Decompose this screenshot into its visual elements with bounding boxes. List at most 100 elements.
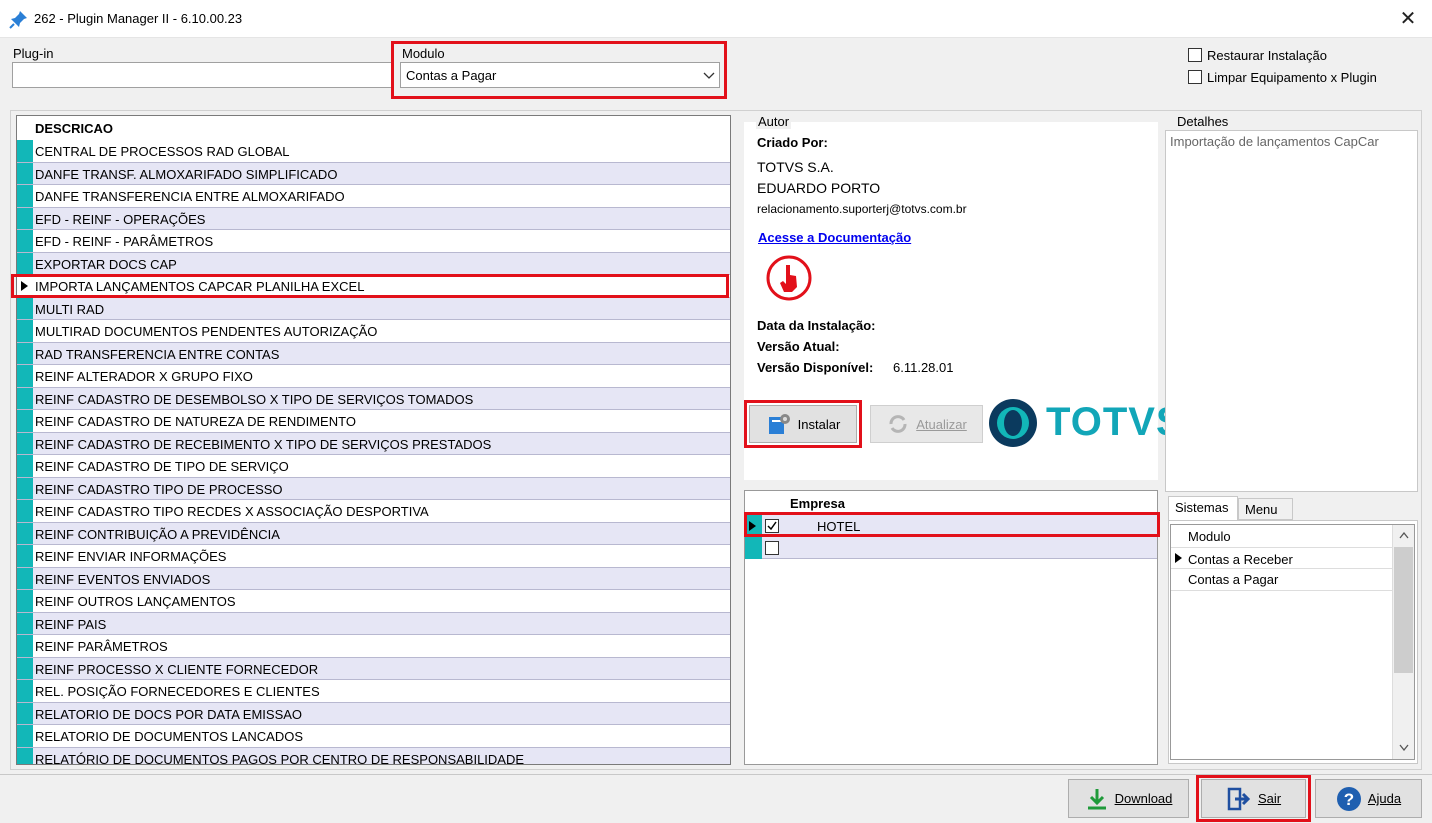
plugin-row[interactable]: DANFE TRANSF. ALMOXARIFADO SIMPLIFICADO <box>17 162 730 185</box>
plugin-row[interactable]: REINF CONTRIBUIÇÃO A PREVIDÊNCIA <box>17 522 730 545</box>
plugin-row-label: MULTI RAD <box>35 301 105 317</box>
plugin-row[interactable]: REL. POSIÇÃO FORNECEDORES E CLIENTES <box>17 680 730 703</box>
exit-icon <box>1227 787 1251 810</box>
author-name: EDUARDO PORTO <box>757 180 881 196</box>
sistemas-item: Contas a Receber <box>1188 552 1293 567</box>
refresh-icon <box>889 415 907 433</box>
plugin-row[interactable]: MULTIRAD DOCUMENTOS PENDENTES AUTORIZAÇÃ… <box>17 320 730 343</box>
plugin-row[interactable]: REINF PARÂMETROS <box>17 635 730 658</box>
empresa-checkbox[interactable] <box>765 541 779 555</box>
ajuda-label: Ajuda <box>1367 791 1402 806</box>
plugin-row-label: RELATORIO DE DOCUMENTOS LANCADOS <box>35 729 303 744</box>
plugin-row[interactable]: REINF CADASTRO DE NATUREZA DE RENDIMENTO <box>17 410 730 433</box>
plugin-row-label: RAD TRANSFERENCIA ENTRE CONTAS <box>35 346 280 362</box>
plugin-row[interactable]: EFD - REINF - PARÂMETROS <box>17 230 730 253</box>
versao-disponivel-value: 6.11.28.01 <box>893 360 954 375</box>
documentation-link[interactable]: Acesse a Documentação <box>758 230 911 245</box>
instalar-button[interactable]: Instalar <box>749 405 857 443</box>
limpar-checkbox[interactable] <box>1188 70 1202 84</box>
plugin-row[interactable]: EXPORTAR DOCS CAP <box>17 252 730 275</box>
scrollbar-thumb[interactable] <box>1394 547 1413 673</box>
plugin-row[interactable]: DANFE TRANSFERENCIA ENTRE ALMOXARIFADO <box>17 185 730 208</box>
sair-button[interactable]: Sair <box>1201 779 1306 818</box>
plugin-row-label: REL. POSIÇÃO FORNECEDORES E CLIENTES <box>35 684 320 699</box>
plugin-search-input[interactable] <box>12 62 392 88</box>
plugin-row-label: REINF CADASTRO DE RECEBIMENTO X TIPO DE … <box>35 436 492 452</box>
sistemas-header: Modulo <box>1188 529 1231 544</box>
autor-group-label: Autor <box>756 114 792 129</box>
sistemas-row[interactable]: Contas a Receber <box>1171 547 1392 569</box>
tab-menu[interactable]: Menu <box>1238 498 1293 520</box>
sistemas-grid[interactable]: Modulo Contas a Receber Contas a Pagar <box>1170 524 1415 760</box>
row-indicator <box>17 230 33 252</box>
sistemas-item: Contas a Pagar <box>1188 572 1279 587</box>
atualizar-button[interactable]: Atualizar <box>870 405 983 443</box>
plugin-row-label: REINF CADASTRO TIPO RECDES X ASSOCIAÇÃO … <box>35 504 429 519</box>
row-indicator <box>17 725 33 747</box>
window-title: 262 - Plugin Manager II - 6.10.00.23 <box>34 11 243 26</box>
modulo-select[interactable]: Contas a Pagar <box>400 62 720 88</box>
download-icon <box>1087 788 1106 809</box>
plugin-row[interactable]: REINF CADASTRO DE DESEMBOLSO X TIPO DE S… <box>17 387 730 410</box>
empresa-row[interactable] <box>745 537 1157 559</box>
plugin-row[interactable]: REINF CADASTRO TIPO DE PROCESSO <box>17 477 730 500</box>
author-company: TOTVS S.A. <box>757 159 834 175</box>
plugin-row-label: REINF CADASTRO TIPO DE PROCESSO <box>35 481 283 497</box>
plugin-row[interactable]: REINF ALTERADOR X GRUPO FIXO <box>17 365 730 388</box>
plugin-label: Plug-in <box>13 46 54 61</box>
plugin-row[interactable]: RELATORIO DE DOCS POR DATA EMISSAO <box>17 702 730 725</box>
totvs-logo-text: TOTVS <box>1046 400 1184 444</box>
plugin-row[interactable]: EFD - REINF - OPERAÇÕES <box>17 207 730 230</box>
plugin-row[interactable]: REINF CADASTRO DE TIPO DE SERVIÇO <box>17 455 730 478</box>
row-indicator <box>17 365 33 387</box>
row-indicator <box>17 297 33 319</box>
close-icon[interactable]: ✕ <box>1393 4 1423 34</box>
plugin-row-label: REINF CONTRIBUIÇÃO A PREVIDÊNCIA <box>35 526 280 542</box>
plugin-row[interactable]: RAD TRANSFERENCIA ENTRE CONTAS <box>17 342 730 365</box>
row-indicator <box>17 387 33 409</box>
plugin-row[interactable]: REINF CADASTRO TIPO RECDES X ASSOCIAÇÃO … <box>17 500 730 523</box>
row-indicator <box>17 320 33 342</box>
pin-icon <box>9 11 27 29</box>
detalhes-group-label: Detalhes <box>1175 114 1231 129</box>
chevron-down-icon <box>703 72 715 79</box>
plugin-row-label: REINF CADASTRO DE TIPO DE SERVIÇO <box>35 459 289 474</box>
row-indicator <box>745 537 762 559</box>
plugin-row[interactable]: REINF PAIS <box>17 612 730 635</box>
row-indicator <box>17 545 33 567</box>
plugin-row[interactable]: MULTI RAD <box>17 297 730 320</box>
plugin-row-label: REINF OUTROS LANÇAMENTOS <box>35 594 236 609</box>
sistemas-row[interactable]: Contas a Pagar <box>1171 569 1392 591</box>
plugin-row[interactable]: REINF CADASTRO DE RECEBIMENTO X TIPO DE … <box>17 432 730 455</box>
plugin-row[interactable]: REINF PROCESSO X CLIENTE FORNECEDOR <box>17 657 730 680</box>
hand-pointer-icon[interactable] <box>766 255 812 301</box>
plugin-row[interactable]: RELATÓRIO DE DOCUMENTOS PAGOS POR CENTRO… <box>17 747 730 764</box>
plugin-row-label: REINF PARÂMETROS <box>35 639 168 654</box>
title-bar: 262 - Plugin Manager II - 6.10.00.23 ✕ <box>0 0 1432 38</box>
row-indicator <box>17 680 33 702</box>
download-button[interactable]: Download <box>1068 779 1189 818</box>
plugin-row[interactable]: REINF ENVIAR INFORMAÇÕES <box>17 545 730 568</box>
download-label: Download <box>1114 791 1173 806</box>
versao-disponivel-label: Versão Disponível: <box>757 360 874 375</box>
plugin-grid[interactable]: DESCRICAO CENTRAL DE PROCESSOS RAD GLOBA… <box>16 115 731 765</box>
tab-sistemas[interactable]: Sistemas <box>1168 496 1238 520</box>
restaurar-checkbox[interactable] <box>1188 48 1202 62</box>
scroll-down-icon[interactable] <box>1399 744 1409 751</box>
row-indicator <box>17 567 33 589</box>
plugin-row[interactable]: REINF EVENTOS ENVIADOS <box>17 567 730 590</box>
plugin-row[interactable]: RELATORIO DE DOCUMENTOS LANCADOS <box>17 725 730 748</box>
row-indicator <box>17 635 33 657</box>
plugin-row-label: EFD - REINF - PARÂMETROS <box>35 234 214 249</box>
ajuda-button[interactable]: ? Ajuda <box>1315 779 1422 818</box>
scroll-up-icon[interactable] <box>1399 532 1409 539</box>
detalhes-text: Importação de lançamentos CapCar <box>1170 134 1379 149</box>
plugin-row[interactable]: CENTRAL DE PROCESSOS RAD GLOBAL <box>17 140 730 163</box>
atualizar-label: Atualizar <box>916 416 967 432</box>
row-indicator <box>17 657 33 679</box>
modulo-select-value: Contas a Pagar <box>406 68 497 83</box>
sistemas-scrollbar[interactable] <box>1392 525 1414 759</box>
modulo-label: Modulo <box>402 46 445 61</box>
plugin-row[interactable]: REINF OUTROS LANÇAMENTOS <box>17 590 730 613</box>
plugin-row-label: EFD - REINF - OPERAÇÕES <box>35 211 206 227</box>
